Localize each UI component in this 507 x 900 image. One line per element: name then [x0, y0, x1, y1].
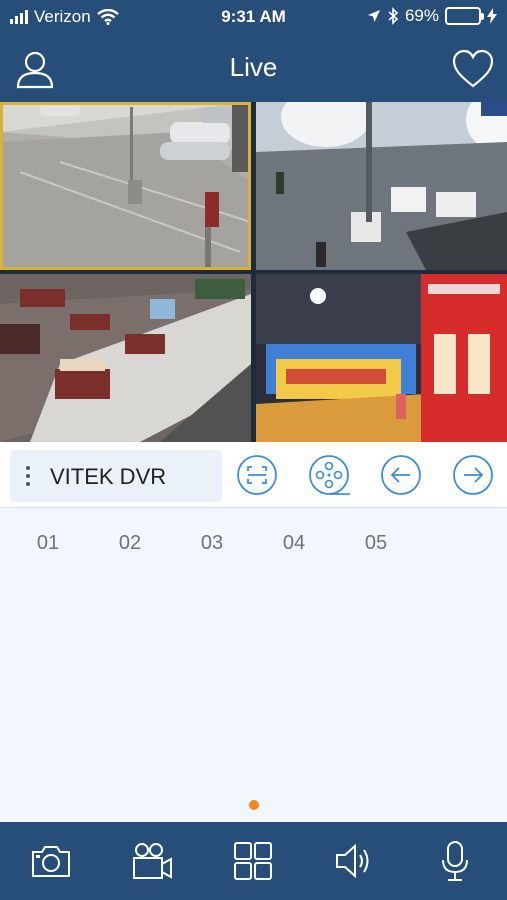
- device-name: VITEK DVR: [50, 464, 167, 489]
- page-title: Live: [229, 52, 278, 82]
- bottom-toolbar: [0, 822, 507, 900]
- camera-grid: [0, 102, 507, 442]
- camera-feed-4[interactable]: [256, 274, 507, 442]
- location-icon: [367, 10, 380, 22]
- battery-percent: 69%: [404, 6, 439, 25]
- camera-feed-3[interactable]: [0, 274, 251, 442]
- header: Verizon 9:31 AM 69% Live: [0, 0, 507, 102]
- speaker-icon[interactable]: [331, 838, 377, 884]
- channel-item-02[interactable]: 02: [110, 532, 150, 555]
- scan-icon[interactable]: [236, 454, 278, 496]
- camera-feed-2[interactable]: [256, 102, 507, 270]
- channel-list: 01 02 03 04 05: [0, 508, 507, 822]
- arrow-left-icon[interactable]: [380, 454, 422, 496]
- battery-icon: [445, 7, 484, 25]
- channel-item-01[interactable]: 01: [28, 532, 68, 555]
- microphone-icon[interactable]: [432, 838, 478, 884]
- more-vertical-icon[interactable]: [26, 466, 30, 490]
- channel-item-05[interactable]: 05: [356, 532, 396, 555]
- nav-bar: Live: [0, 40, 507, 98]
- film-reel-icon[interactable]: [308, 454, 350, 496]
- page-indicator-dot: [249, 800, 259, 810]
- channel-item-03[interactable]: 03: [192, 532, 232, 555]
- camera-icon[interactable]: [28, 838, 74, 884]
- heart-icon[interactable]: [451, 48, 495, 90]
- charging-icon: [487, 8, 497, 24]
- bluetooth-icon: [388, 7, 399, 25]
- device-selector[interactable]: VITEK DVR: [10, 450, 222, 502]
- video-camera-icon[interactable]: [129, 838, 175, 884]
- arrow-right-icon[interactable]: [452, 454, 494, 496]
- grid-layout-icon[interactable]: [230, 838, 276, 884]
- channel-item-04[interactable]: 04: [274, 532, 314, 555]
- device-control-bar: VITEK DVR: [0, 442, 507, 508]
- status-bar: Verizon 9:31 AM 69%: [0, 0, 507, 34]
- camera-feed-1[interactable]: [0, 102, 251, 270]
